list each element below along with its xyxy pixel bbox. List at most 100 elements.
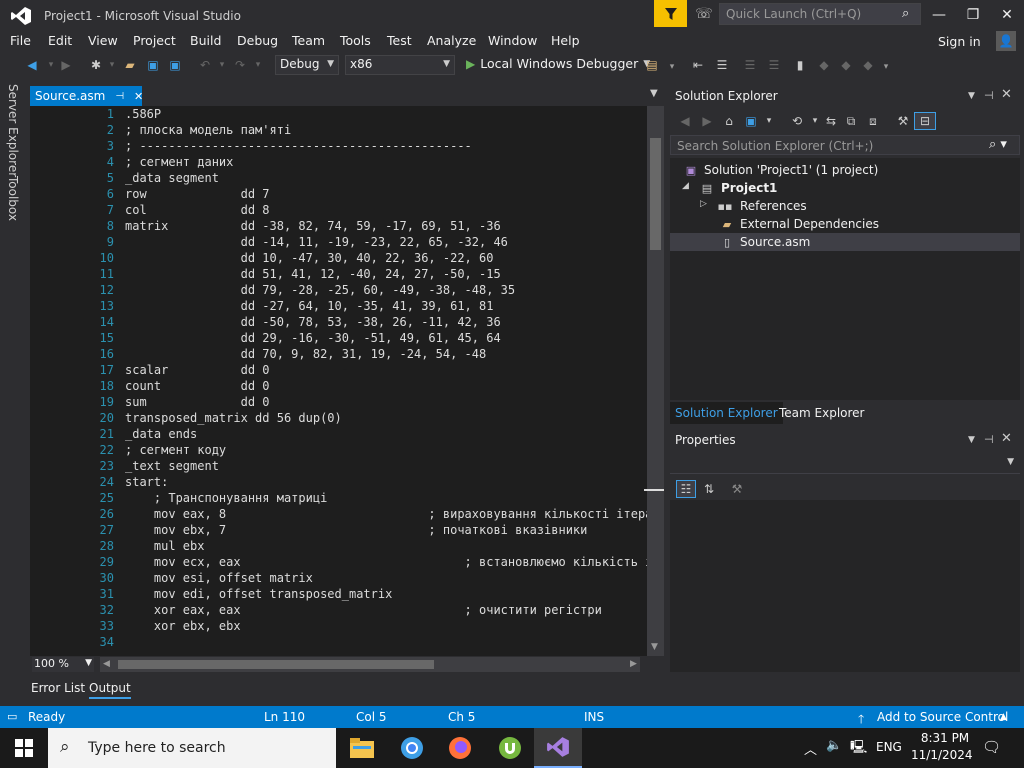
code-line[interactable]: 29 mov ecx, eax ; встановлюємо кількість… xyxy=(50,555,650,571)
show-hidden-icons-icon[interactable]: ︿ xyxy=(804,739,817,758)
vertical-scroll-thumb[interactable] xyxy=(650,138,661,250)
close-icon[interactable]: ✕ xyxy=(1001,87,1012,102)
chrome-icon[interactable] xyxy=(388,728,436,768)
pin-icon[interactable]: ⊣ xyxy=(984,89,994,102)
quick-launch-input[interactable]: Quick Launch (Ctrl+Q) ⌕ xyxy=(719,3,921,25)
undo-dropdown-icon[interactable]: ▾ xyxy=(214,57,230,73)
window-position-icon[interactable]: ▼ xyxy=(968,435,975,445)
code-line[interactable]: 2 ; плоска модель пам'яті xyxy=(50,123,650,139)
account-avatar-icon[interactable]: 👤 xyxy=(996,31,1016,51)
open-file-icon[interactable]: ▰ xyxy=(122,57,138,73)
tab-list-dropdown-icon[interactable]: ▼ xyxy=(650,88,658,99)
utorrent-icon[interactable] xyxy=(486,728,534,768)
tree-item-source-asm[interactable]: ▯ Source.asm xyxy=(670,233,1020,251)
new-dropdown-icon[interactable]: ▾ xyxy=(104,57,120,73)
add-to-source-control-button[interactable]: Add to Source Control xyxy=(877,710,1008,724)
solution-explorer-search-input[interactable]: Search Solution Explorer (Ctrl+;) ⌕ ▾ xyxy=(670,135,1020,155)
menu-file[interactable]: File xyxy=(10,33,31,48)
navigate-forward-icon[interactable]: ▶ xyxy=(58,57,74,73)
input-language[interactable]: ENG xyxy=(876,740,902,754)
code-line[interactable]: 28 mul ebx xyxy=(50,539,650,555)
code-line[interactable]: 12 dd 79, -28, -25, 60, -49, -38, -48, 3… xyxy=(50,283,650,299)
comment-icon[interactable]: ☰ xyxy=(742,57,758,73)
notification-filter-icon[interactable] xyxy=(654,0,687,27)
tree-item-external-dependencies[interactable]: ▰ External Dependencies xyxy=(670,215,1020,233)
properties-wrench-icon[interactable]: ⚒ xyxy=(894,112,912,130)
code-line[interactable]: 7 col dd 8 xyxy=(50,203,650,219)
menu-window[interactable]: Window xyxy=(488,33,537,48)
code-line[interactable]: 25 ; Транспонування матриці xyxy=(50,491,650,507)
code-line[interactable]: 19 sum dd 0 xyxy=(50,395,650,411)
menu-tools[interactable]: Tools xyxy=(340,33,371,48)
collapse-all-icon[interactable]: ⧈ xyxy=(864,112,882,130)
code-line[interactable]: 21 _data ends xyxy=(50,427,650,443)
code-line[interactable]: 26 mov eax, 8 ; вираховування кількості … xyxy=(50,507,650,523)
redo-icon[interactable]: ↷ xyxy=(232,57,248,73)
code-line[interactable]: 23 _text segment xyxy=(50,459,650,475)
attach-icon[interactable]: ▤ xyxy=(644,57,660,73)
scroll-left-icon[interactable]: ◀ xyxy=(103,659,110,669)
network-icon[interactable]: 🖳 xyxy=(850,738,867,760)
restore-button[interactable]: ❐ xyxy=(958,4,988,26)
editor-splitter[interactable] xyxy=(644,489,664,491)
zoom-select[interactable]: 100 % ▼ xyxy=(32,657,94,672)
back-dropdown-icon[interactable]: ▾ xyxy=(43,57,59,73)
tree-item-solution[interactable]: ▣ Solution 'Project1' (1 project) xyxy=(670,161,1020,179)
code-line[interactable]: 13 dd -27, 64, 10, -35, 41, 39, 61, 81 xyxy=(50,299,650,315)
code-line[interactable]: 5 _data segment xyxy=(50,171,650,187)
tab-solution-explorer[interactable]: Solution Explorer xyxy=(670,402,783,424)
clock-date[interactable]: 11/1/2024 xyxy=(911,748,973,762)
firefox-icon[interactable] xyxy=(436,728,484,768)
clock-time[interactable]: 8:31 PM xyxy=(915,731,975,745)
forward-icon[interactable]: ▶ xyxy=(698,112,716,130)
code-line[interactable]: 9 dd -14, 11, -19, -23, 22, 65, -32, 46 xyxy=(50,235,650,251)
new-project-icon[interactable]: ✱ xyxy=(88,57,104,73)
close-icon[interactable]: ✕ xyxy=(134,90,143,103)
properties-object-select[interactable]: ▼ xyxy=(670,452,1020,474)
back-icon[interactable]: ◀ xyxy=(676,112,694,130)
horizontal-scrollbar[interactable]: ◀ ▶ xyxy=(100,657,640,672)
code-line[interactable]: 16 dd 70, 9, 82, 31, 19, -24, 54, -48 xyxy=(50,347,650,363)
code-line[interactable]: 18 count dd 0 xyxy=(50,379,650,395)
menu-debug[interactable]: Debug xyxy=(237,33,278,48)
solution-platform-select[interactable]: x86 ▼ xyxy=(345,55,455,75)
code-line[interactable]: 33 xor ebx, ebx xyxy=(50,619,650,635)
code-line[interactable]: 4 ; сегмент даних xyxy=(50,155,650,171)
code-line[interactable]: 22 ; сегмент коду xyxy=(50,443,650,459)
scroll-down-icon[interactable]: ▼ xyxy=(651,642,658,652)
collapsed-arrow-icon[interactable]: ▷ xyxy=(700,199,707,209)
tab-error-list[interactable]: Error List xyxy=(31,681,85,695)
expanded-arrow-icon[interactable]: ◢ xyxy=(682,181,689,191)
vertical-scrollbar[interactable]: ⊕ ▼ xyxy=(647,106,664,656)
code-line[interactable]: 27 mov ebx, 7 ; початкові вказівники xyxy=(50,523,650,539)
prev-bookmark-icon[interactable]: ◆ xyxy=(816,57,832,73)
save-icon[interactable]: ▣ xyxy=(145,57,161,73)
start-debugging-button[interactable]: ▶ Local Windows Debugger ▼ xyxy=(466,56,650,71)
chevron-up-icon[interactable]: ▲ xyxy=(1000,712,1007,722)
bookmark-icon[interactable]: ▮ xyxy=(792,57,808,73)
code-editor[interactable]: 1 .586P 2 ; плоска модель пам'яті 3 ; -------… xyxy=(30,106,664,656)
code-line[interactable]: 15 dd 29, -16, -30, -51, 49, 61, 45, 64 xyxy=(50,331,650,347)
visual-studio-taskbar-icon[interactable] xyxy=(534,728,582,768)
code-line[interactable]: 8 matrix dd -38, 82, 74, 59, -17, 69, 51,… xyxy=(50,219,650,235)
code-line[interactable]: 14 dd -50, 78, 53, -38, 26, -11, 42, 36 xyxy=(50,315,650,331)
code-line[interactable]: 6 row dd 7 xyxy=(50,187,650,203)
start-button[interactable] xyxy=(0,728,48,768)
code-line[interactable]: 1 .586P xyxy=(50,107,650,123)
uncomment-icon[interactable]: ☰ xyxy=(766,57,782,73)
preview-selected-icon[interactable]: ⊟ xyxy=(914,112,936,130)
clear-bookmarks-icon[interactable]: ◆ xyxy=(860,57,876,73)
pending-changes-icon[interactable]: ⟲ xyxy=(788,112,806,130)
refresh-icon[interactable]: ⧉ xyxy=(842,112,860,130)
alphabetical-icon[interactable]: ⇅ xyxy=(700,480,718,498)
tab-team-explorer[interactable]: Team Explorer xyxy=(774,402,870,424)
switch-views-icon[interactable]: ▣ xyxy=(742,112,760,130)
home-icon[interactable]: ⌂ xyxy=(720,112,738,130)
tree-item-references[interactable]: ▷ ▪▪ References xyxy=(670,197,1020,215)
sync-icon[interactable]: ⇆ xyxy=(822,112,840,130)
menu-view[interactable]: View xyxy=(88,33,118,48)
categorized-icon[interactable]: ☷ xyxy=(676,480,696,498)
bookmark-toggle-icon[interactable]: ⇤ xyxy=(690,57,706,73)
solution-configuration-select[interactable]: Debug ▼ xyxy=(275,55,339,75)
pin-icon[interactable]: ⊣ xyxy=(115,91,124,102)
